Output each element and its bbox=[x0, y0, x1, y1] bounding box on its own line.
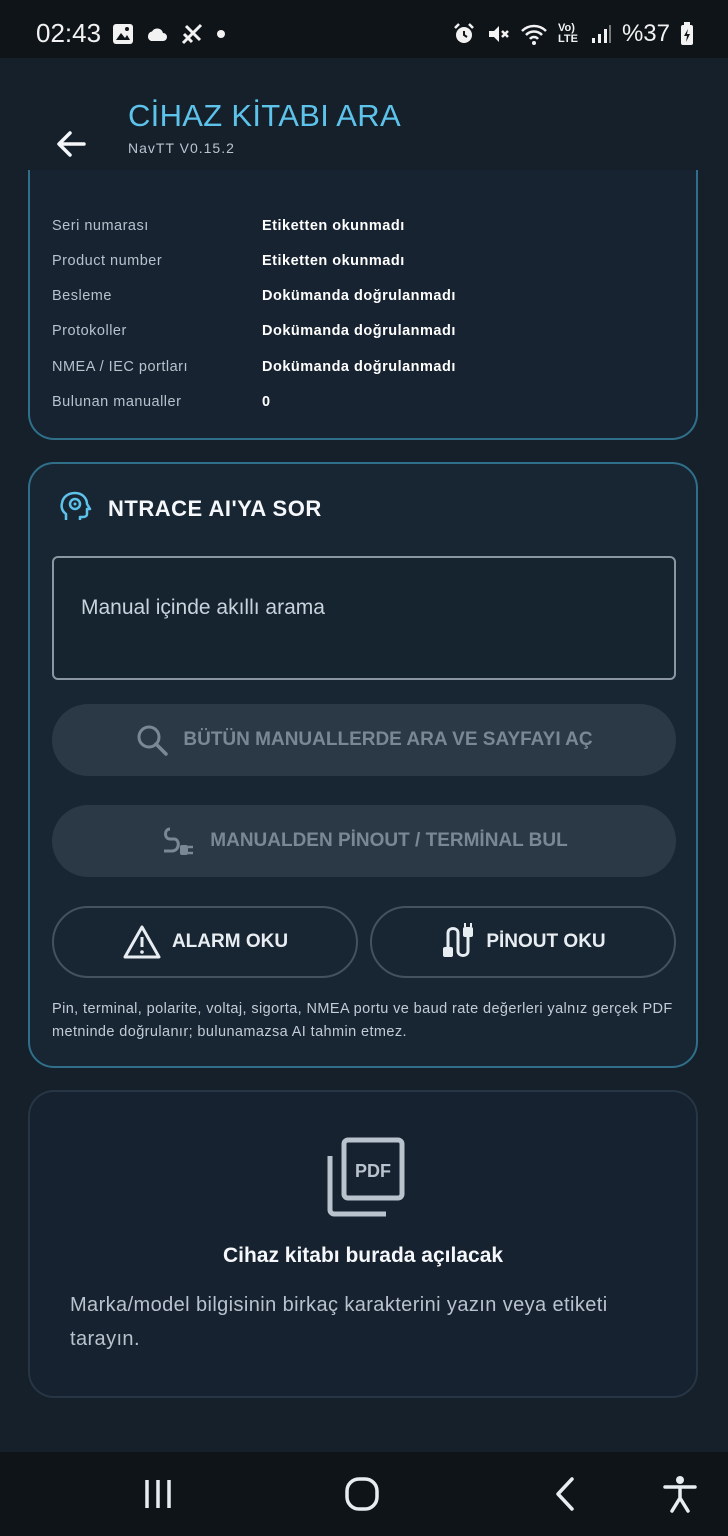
accessibility-icon[interactable] bbox=[660, 1474, 700, 1514]
status-bar: 02:43 Vo) LTE %37 bbox=[0, 0, 728, 58]
warning-icon bbox=[123, 925, 161, 959]
info-value: Dokümanda doğrulanmadı bbox=[262, 323, 456, 339]
system-icons: Vo) LTE %37 bbox=[452, 20, 694, 48]
pinout-read-button[interactable]: PİNOUT OKU bbox=[370, 906, 676, 978]
search-icon bbox=[137, 725, 169, 756]
find-pinout-label: MANUALDEN PİNOUT / TERMİNAL BUL bbox=[210, 830, 568, 851]
info-value: Etiketten okunmadı bbox=[262, 218, 405, 234]
info-value: Dokümanda doğrulanmadı bbox=[262, 288, 456, 304]
page-title: CİHAZ KİTABI ARA bbox=[128, 98, 401, 133]
info-label: Protokoller bbox=[52, 323, 127, 339]
manual-search-input[interactable]: Manual içinde akıllı arama bbox=[52, 556, 676, 680]
battery-percent: %37 bbox=[621, 20, 670, 47]
find-pinout-button[interactable]: MANUALDEN PİNOUT / TERMİNAL BUL bbox=[52, 805, 676, 877]
recent-apps-icon[interactable] bbox=[138, 1474, 178, 1514]
alarm-read-button[interactable]: ALARM OKU bbox=[52, 906, 358, 978]
search-all-manuals-button[interactable]: BÜTÜN MANUALLERDE ARA VE SAYFAYI AÇ bbox=[52, 704, 676, 776]
info-label: Besleme bbox=[52, 288, 112, 304]
home-icon[interactable] bbox=[342, 1474, 382, 1514]
plug-icon bbox=[164, 827, 194, 855]
pdf-icon-text: PDF bbox=[355, 1161, 391, 1181]
info-label: NMEA / IEC portları bbox=[52, 359, 189, 375]
pdf-file-icon: PDF bbox=[327, 1137, 405, 1217]
pdf-placeholder-title: Cihaz kitabı burada açılacak bbox=[222, 1244, 504, 1267]
back-arrow-icon[interactable] bbox=[50, 122, 94, 166]
ai-disclaimer-note: Pin, terminal, polarite, voltaj, sigorta… bbox=[52, 1001, 673, 1040]
cloud-icon bbox=[147, 28, 167, 41]
system-nav-bar bbox=[0, 1452, 728, 1536]
battery-icon bbox=[681, 22, 693, 45]
pdf-viewer-placeholder: PDF Cihaz kitabı burada açılacak Marka/m… bbox=[28, 1090, 698, 1398]
search-all-label: BÜTÜN MANUALLERDE ARA VE SAYFAYI AÇ bbox=[183, 729, 593, 750]
cable-icon bbox=[443, 923, 474, 957]
pdf-placeholder-description: Marka/model bilgisinin birkaç karakterin… bbox=[70, 1294, 608, 1350]
info-label: Bulunan manualler bbox=[52, 394, 182, 410]
ai-section-title: NTRACE AI'YA SOR bbox=[108, 496, 322, 521]
search-input-placeholder: Manual içinde akıllı arama bbox=[81, 596, 325, 619]
info-value: 0 bbox=[262, 394, 271, 410]
wifi-icon bbox=[521, 24, 547, 45]
status-time: 02:43 bbox=[36, 18, 102, 48]
signal-icon bbox=[591, 25, 611, 43]
app-version: NavTT V0.15.2 bbox=[128, 140, 235, 156]
back-nav-icon[interactable] bbox=[546, 1474, 586, 1514]
info-label: Seri numarası bbox=[52, 218, 149, 234]
dot-icon bbox=[217, 30, 225, 38]
ai-brain-icon bbox=[60, 491, 92, 520]
info-label: Product number bbox=[52, 253, 163, 269]
gallery-icon bbox=[113, 24, 133, 44]
satellite-icon bbox=[181, 23, 203, 45]
pinout-read-label: PİNOUT OKU bbox=[486, 931, 606, 952]
alarm-read-label: ALARM OKU bbox=[171, 931, 289, 952]
info-value: Dokümanda doğrulanmadı bbox=[262, 359, 456, 375]
volte-label: Vo) LTE bbox=[557, 22, 578, 45]
info-value: Etiketten okunmadı bbox=[262, 253, 405, 269]
ai-search-card: NTRACE AI'YA SOR Manual içinde akıllı ar… bbox=[28, 462, 698, 1068]
device-info-card: Seri numarası Etiketten okunmadı Product… bbox=[28, 170, 698, 440]
mute-icon bbox=[488, 26, 509, 42]
notification-icons bbox=[112, 22, 226, 46]
alarm-icon bbox=[454, 23, 474, 43]
